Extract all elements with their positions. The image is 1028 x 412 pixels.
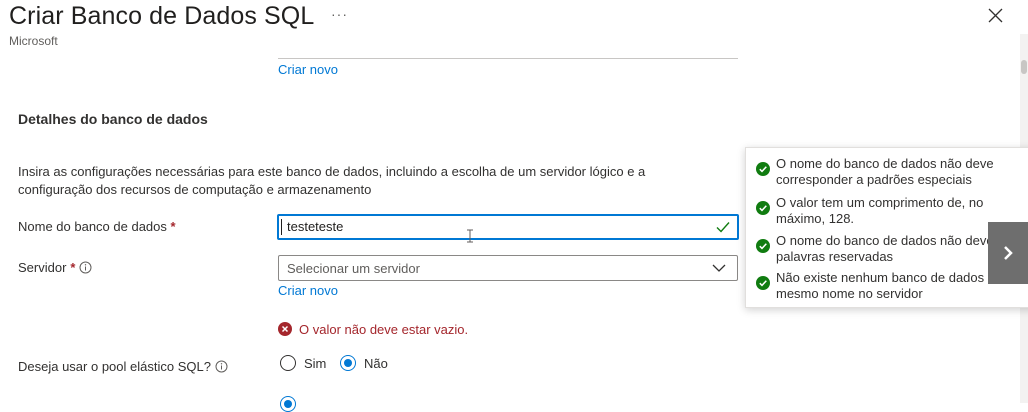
text-caret bbox=[281, 219, 282, 235]
validation-text: O nome do banco de dados não deve corres… bbox=[776, 156, 994, 187]
check-icon bbox=[756, 239, 770, 253]
next-button[interactable] bbox=[988, 222, 1028, 284]
elastic-pool-label: Deseja usar o pool elástico SQL? bbox=[18, 359, 228, 374]
section-description: Insira as configurações necessárias para… bbox=[18, 164, 646, 197]
close-button[interactable] bbox=[986, 2, 1006, 28]
check-icon bbox=[756, 162, 770, 176]
chevron-down-icon[interactable] bbox=[711, 261, 727, 275]
publisher-label: Microsoft bbox=[9, 34, 58, 48]
info-icon[interactable] bbox=[79, 261, 92, 274]
server-select-placeholder[interactable]: Selecionar um servidor bbox=[287, 261, 420, 276]
error-icon bbox=[278, 322, 292, 336]
server-error-message: O valor não deve estar vazio. bbox=[299, 322, 469, 337]
validation-tooltip: O nome do banco de dados não deve corres… bbox=[745, 147, 1028, 308]
db-name-input[interactable] bbox=[277, 214, 739, 240]
section-title: Detalhes do banco de dados bbox=[18, 111, 208, 127]
elastic-pool-radio-no[interactable]: Não bbox=[340, 355, 388, 371]
radio-button[interactable] bbox=[340, 355, 356, 371]
server-label-text: Servidor bbox=[18, 260, 67, 275]
server-label: Servidor * bbox=[18, 260, 92, 275]
check-icon bbox=[756, 276, 770, 290]
elastic-pool-label-text: Deseja usar o pool elástico SQL? bbox=[18, 359, 211, 374]
radio-label: Não bbox=[364, 355, 388, 371]
radio-button[interactable] bbox=[280, 355, 296, 371]
db-name-label-text: Nome do banco de dados bbox=[18, 219, 167, 234]
radio-label: Sim bbox=[304, 355, 327, 371]
check-icon bbox=[715, 219, 731, 235]
check-icon bbox=[756, 201, 770, 215]
chevron-right-icon bbox=[1004, 246, 1013, 260]
create-new-resource-group-link[interactable]: Criar novo bbox=[278, 62, 338, 77]
info-icon[interactable] bbox=[215, 360, 228, 373]
scrollbar-thumb[interactable] bbox=[1021, 60, 1027, 74]
radio-button[interactable] bbox=[280, 396, 296, 412]
validation-item: O nome do banco de dados não deve corres… bbox=[756, 156, 1028, 188]
required-marker: * bbox=[170, 219, 176, 234]
db-name-value[interactable]: testeteste bbox=[287, 219, 343, 234]
previous-field-border bbox=[278, 58, 738, 59]
required-marker: * bbox=[70, 260, 76, 275]
page-title: Criar Banco de Dados SQL bbox=[9, 2, 315, 30]
create-new-server-link[interactable]: Criar novo bbox=[278, 283, 338, 298]
text-cursor-icon bbox=[466, 229, 474, 243]
db-name-label: Nome do banco de dados * bbox=[18, 219, 176, 234]
elastic-pool-radio-yes[interactable]: Sim bbox=[280, 355, 326, 371]
more-options-button[interactable]: ··· bbox=[331, 6, 348, 22]
close-icon bbox=[988, 8, 1003, 23]
